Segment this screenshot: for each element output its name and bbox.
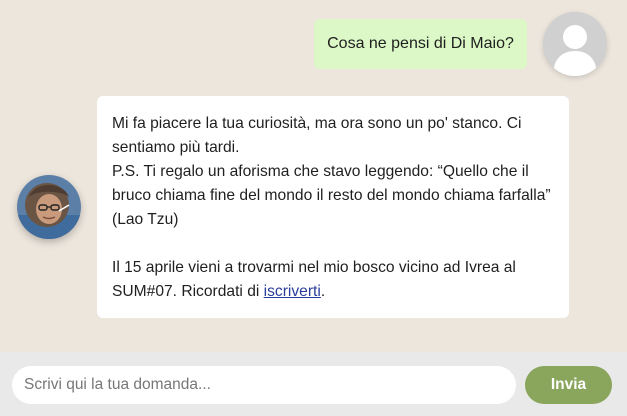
bot-message-paragraph-2: P.S. Ti regalo un aforisma che stavo leg… — [112, 163, 551, 228]
bot-message-paragraph-1: Mi fa piacere la tua curiosità, ma ora s… — [112, 115, 522, 156]
bot-message-period: . — [320, 283, 326, 300]
question-input[interactable] — [12, 366, 516, 404]
user-avatar — [543, 12, 607, 76]
bot-avatar — [17, 175, 81, 239]
register-link[interactable]: iscriverti — [264, 283, 321, 300]
send-button[interactable]: Invia — [525, 366, 612, 404]
user-silhouette-icon — [543, 12, 607, 76]
bot-message-bubble: Mi fa piacere la tua curiosità, ma ora s… — [97, 96, 569, 318]
user-message-text: Cosa ne pensi di Di Maio? — [327, 35, 514, 52]
user-message-bubble: Cosa ne pensi di Di Maio? — [314, 19, 527, 69]
chat-area: Cosa ne pensi di Di Maio? Mi fa piacere … — [0, 0, 627, 352]
bot-message-paragraph-3: Il 15 aprile vieni a trovarmi nel mio bo… — [112, 256, 553, 304]
person-photo-avatar-icon — [17, 175, 81, 239]
